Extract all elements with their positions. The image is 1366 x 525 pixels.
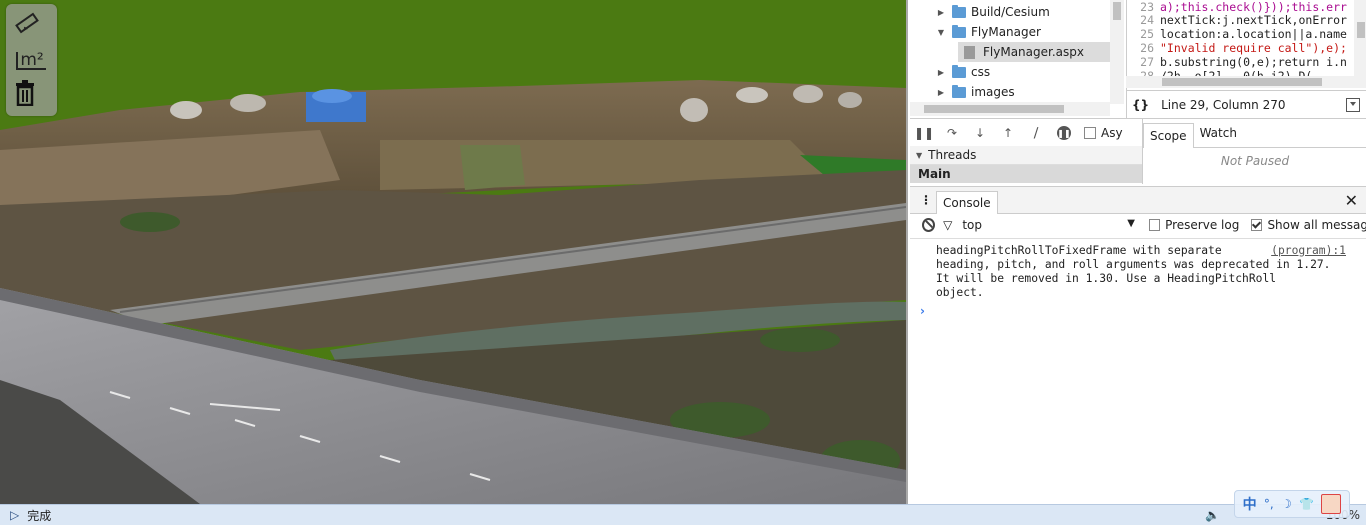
tree-item-images[interactable]: ▶ images (936, 82, 1126, 102)
volume-icon[interactable]: 🔈 (1205, 508, 1220, 522)
sidebar-tabs: Scope Watch (1142, 118, 1366, 148)
tree-item-label: FlyManager (971, 25, 1041, 39)
not-paused-message: Not Paused (1220, 154, 1290, 168)
terrain-scene (0, 0, 906, 504)
tree-item-flymanager[interactable]: ▼ FlyManager (936, 22, 1126, 42)
code-line-text: a);this.check()}));this.err (1160, 0, 1347, 14)
console-drawer-tabbar: ⋮ Console ✕ (910, 186, 1366, 214)
show-all-messages-label: Show all messag (1267, 218, 1366, 232)
message-line: heading, pitch, and roll arguments was d… (936, 258, 1331, 271)
file-icon (964, 45, 975, 59)
threads-header[interactable]: ▼ Threads (910, 146, 1142, 165)
expand-arrow-icon[interactable]: ▶ (936, 88, 946, 97)
cursor-position: Line 29, Column 270 (1161, 98, 1286, 112)
console-filter-bar: ▽ top ▼ Preserve log Show all messag (910, 212, 1366, 239)
browser-status-bar: ▷ 完成 🔈 100% (0, 504, 1366, 525)
async-label: Asy (1101, 126, 1123, 140)
measure-toolbox: m² (6, 4, 57, 116)
sources-file-tree: ▶ Build/Cesium ▼ FlyManager FlyManager.a… (910, 0, 1127, 118)
code-line-text: location:a.location||a.name (1160, 27, 1347, 41)
tab-watch[interactable]: Watch (1194, 119, 1243, 147)
expand-arrow-icon[interactable]: ▶ (936, 68, 946, 77)
tree-item-css[interactable]: ▶ css (936, 62, 1126, 82)
tree-item-label: images (971, 85, 1015, 99)
preserve-log-checkbox[interactable] (1149, 219, 1161, 231)
tree-item-label: css (971, 65, 991, 79)
clear-console-icon[interactable] (922, 218, 936, 232)
filter-icon[interactable]: ▽ (943, 218, 952, 232)
close-drawer-icon[interactable]: ✕ (1345, 191, 1358, 210)
code-vertical-scrollbar[interactable] (1354, 0, 1366, 76)
skin-icon[interactable]: 👕 (1299, 497, 1314, 511)
line-number: 26 (1140, 41, 1154, 55)
tree-vertical-scrollbar[interactable] (1110, 0, 1124, 104)
folder-icon (952, 64, 966, 78)
thread-main[interactable]: Main (910, 165, 1142, 183)
preserve-log-label: Preserve log (1165, 218, 1240, 232)
moon-icon[interactable]: ☽ (1281, 497, 1292, 511)
clear-measure-button[interactable] (14, 80, 48, 110)
context-select[interactable]: top ▼ (962, 218, 1135, 232)
line-number: 27 (1140, 55, 1154, 69)
collapse-arrow-icon[interactable]: ▼ (936, 28, 946, 37)
message-source-link[interactable]: (program):1 (1271, 244, 1346, 258)
expand-arrow-icon[interactable]: ▶ (936, 8, 946, 17)
ime-language-button[interactable]: 中 (1243, 494, 1257, 514)
folder-icon (952, 84, 966, 98)
toggle-sidebar-icon[interactable] (1346, 98, 1360, 112)
threads-label: Threads (928, 148, 977, 162)
threads-pane: ▼ Threads Main (910, 146, 1143, 184)
cesium-3d-viewport[interactable]: m² (0, 0, 906, 504)
pause-on-exceptions-icon[interactable]: ❚❚ (1050, 126, 1078, 140)
page-status-icon: ▷ (10, 508, 20, 522)
line-number: 25 (1140, 27, 1154, 41)
step-over-icon[interactable]: ↷ (938, 126, 966, 140)
code-horizontal-scrollbar[interactable] (1126, 76, 1366, 88)
tree-item-label: FlyManager.aspx (983, 45, 1084, 59)
show-all-messages-checkbox[interactable] (1251, 219, 1263, 231)
trash-icon (16, 80, 34, 106)
console-prompt[interactable]: › (920, 304, 925, 318)
collapse-arrow-icon: ▼ (916, 150, 923, 160)
deactivate-breakpoints-icon[interactable]: ⧸ (1022, 126, 1050, 141)
folder-icon (952, 24, 966, 38)
step-into-icon[interactable]: ↓ (966, 126, 994, 140)
line-number: 23 (1140, 0, 1154, 14)
debugger-toolbar: ❚❚ ↷ ↓ ↑ ⧸ ❚❚ Asy (910, 118, 1142, 148)
status-text: 完成 (27, 508, 52, 523)
code-line-text: nextTick:j.nextTick,onError (1160, 13, 1347, 27)
pretty-print-button[interactable]: {} (1132, 98, 1149, 112)
tree-item-build-cesium[interactable]: ▶ Build/Cesium (936, 2, 1126, 22)
dropdown-arrow-icon: ▼ (1127, 218, 1135, 229)
message-line: It will be removed in 1.30. Use a Headin… (936, 272, 1277, 285)
editor-status-bar: {} Line 29, Column 270 (1126, 90, 1366, 119)
async-checkbox[interactable] (1084, 127, 1096, 139)
ruler-icon (15, 12, 39, 34)
tree-item-label: Build/Cesium (971, 5, 1050, 19)
code-editor[interactable]: 23 a);this.check()}));this.err 24 nextTick… (1126, 0, 1366, 88)
ime-logo-icon[interactable] (1321, 494, 1342, 514)
tree-horizontal-scrollbar[interactable] (910, 102, 1110, 116)
console-message: headingPitchRollToFixedFrame with separa… (936, 244, 1346, 300)
tab-console[interactable]: Console (936, 190, 998, 214)
punctuation-icon[interactable]: °, (1264, 497, 1274, 511)
folder-icon (952, 4, 966, 18)
line-number: 24 (1140, 13, 1154, 27)
ruler-tool-button[interactable] (14, 10, 48, 40)
code-line-text: "Invalid require call"),e); (1160, 41, 1347, 55)
tree-item-flymanager-aspx[interactable]: FlyManager.aspx (958, 42, 1110, 62)
ime-toolbar: 中 °, ☽ 👕 (1234, 490, 1350, 518)
area-measure-icon: m² (16, 52, 46, 70)
pause-icon[interactable]: ❚❚ (910, 126, 938, 140)
message-line: object. (936, 286, 984, 299)
drawer-menu-icon[interactable]: ⋮ (920, 193, 932, 207)
context-value: top (962, 218, 982, 232)
code-line-text: b.substring(0,e);return i.n (1160, 55, 1347, 69)
step-out-icon[interactable]: ↑ (994, 126, 1022, 140)
tab-scope[interactable]: Scope (1143, 122, 1194, 148)
thread-main-label: Main (918, 167, 951, 181)
area-measure-button[interactable]: m² (14, 46, 48, 76)
developer-tools-panel: ▶ Build/Cesium ▼ FlyManager FlyManager.a… (906, 0, 1366, 504)
